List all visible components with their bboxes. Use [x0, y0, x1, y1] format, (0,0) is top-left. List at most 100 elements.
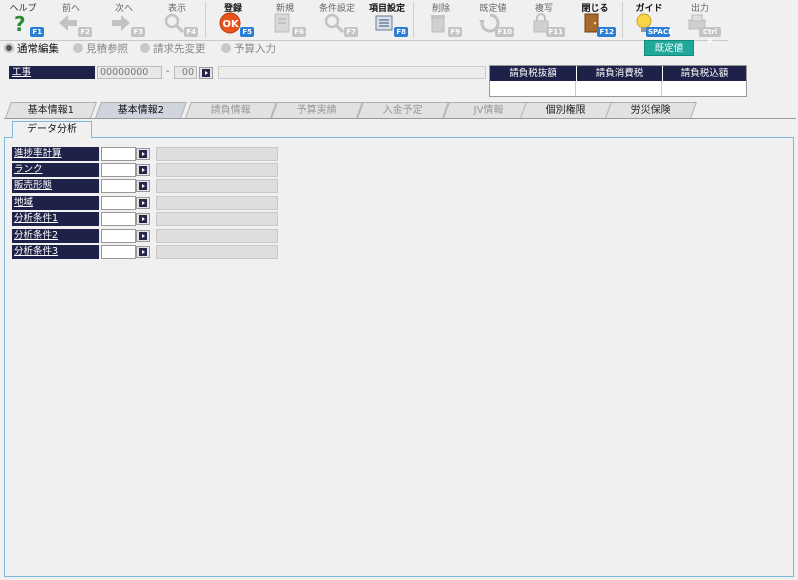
toolbar-separator: [622, 2, 623, 38]
guide-key: SPACE: [646, 27, 673, 37]
guide-button[interactable]: ガイド SPACE: [626, 0, 673, 40]
rank-label[interactable]: ランク: [12, 163, 99, 177]
region-input[interactable]: [101, 196, 136, 210]
lookup-arrow-icon[interactable]: [199, 67, 213, 79]
arrow-left-icon: [59, 15, 77, 31]
output-button[interactable]: 出力 Ctrl P: [677, 0, 723, 46]
item-setting-key: F8: [394, 27, 408, 37]
help-key: F1: [30, 27, 44, 37]
ok-icon: OK: [219, 12, 241, 34]
help-icon: ?: [14, 12, 26, 34]
analysis-1-label[interactable]: 分析条件1: [12, 212, 99, 226]
mode-billing-change[interactable]: 請求先変更: [140, 41, 206, 57]
budget-icon: [221, 43, 231, 53]
default-button[interactable]: 既定値 F10: [470, 0, 516, 40]
prev-button[interactable]: 前へ F2: [48, 0, 94, 40]
mode-budget-input-label: 予算入力: [234, 43, 276, 55]
analysis-1-input[interactable]: [101, 212, 136, 226]
field-row-analysis-3: 分析条件3: [12, 244, 280, 259]
progress-calc-input[interactable]: [101, 147, 136, 161]
svg-text:?: ?: [14, 12, 26, 34]
analysis-2-input[interactable]: [101, 229, 136, 243]
lookup-arrow-icon[interactable]: [136, 164, 150, 176]
next-key: F3: [131, 27, 145, 37]
construction-subcode-field[interactable]: 00: [174, 66, 197, 79]
estimate-icon: [73, 43, 83, 53]
mode-normal-edit-label: 通常編集: [17, 43, 59, 55]
region-label[interactable]: 地域: [12, 196, 99, 210]
field-row-analysis-1: 分析条件1: [12, 211, 280, 226]
magnifier-icon: [164, 13, 185, 34]
construction-name-field: [218, 66, 486, 79]
mode-billing-change-label: 請求先変更: [153, 43, 206, 55]
field-row-rank: ランク: [12, 162, 280, 177]
billing-icon: [140, 43, 150, 53]
rank-input[interactable]: [101, 163, 136, 177]
mode-budget-input[interactable]: 予算入力: [221, 41, 276, 57]
mode-estimate-ref[interactable]: 見積参照: [73, 41, 128, 57]
default-key: F10: [495, 27, 514, 37]
lookup-arrow-icon[interactable]: [136, 180, 150, 192]
region-name: [156, 196, 278, 210]
sales-type-input[interactable]: [101, 179, 136, 193]
condition-key: F7: [344, 27, 358, 37]
analysis-1-name: [156, 212, 278, 226]
progress-calc-name: [156, 147, 278, 161]
condition-button[interactable]: 条件設定 F7: [314, 0, 360, 40]
tab-payment-schedule[interactable]: 入金予定: [357, 102, 449, 118]
tab-basic-info-1[interactable]: 基本情報1: [5, 102, 97, 118]
close-button[interactable]: 閉じる F12: [572, 0, 618, 40]
analysis-3-input[interactable]: [101, 245, 136, 259]
help-button[interactable]: ヘルプ ? F1: [0, 0, 46, 40]
value-incl-tax: [662, 81, 746, 96]
sales-type-label[interactable]: 販売形態: [12, 179, 99, 193]
tab-workers-comp[interactable]: 労災保険: [605, 102, 697, 118]
delete-button[interactable]: 削除 F9: [418, 0, 464, 40]
lookup-arrow-icon[interactable]: [136, 197, 150, 209]
tab-individual-permissions[interactable]: 個別権限: [520, 102, 612, 118]
register-key: F5: [240, 27, 254, 37]
sales-type-name: [156, 179, 278, 193]
contract-summary-table: 請負税抜額 請負消費税 請負税込額: [489, 65, 747, 97]
copy-button[interactable]: 複写 F11: [521, 0, 567, 40]
document-icon: [274, 13, 290, 33]
lookup-arrow-icon[interactable]: [136, 213, 150, 225]
list-settings-icon: [375, 15, 393, 31]
analysis-3-label[interactable]: 分析条件3: [12, 245, 99, 259]
lookup-arrow-icon[interactable]: [136, 230, 150, 242]
new-button[interactable]: 新規 F6: [262, 0, 308, 40]
trash-icon: [431, 15, 445, 33]
construction-label[interactable]: 工事: [9, 66, 95, 79]
field-row-sales-type: 販売形態: [12, 178, 280, 193]
item-setting-button[interactable]: 項目設定 F8: [364, 0, 410, 40]
search-settings-icon: [324, 13, 345, 34]
tab-budget-actual[interactable]: 予算実績: [271, 102, 363, 118]
toolbar-separator: [413, 2, 414, 38]
mode-estimate-ref-label: 見積参照: [86, 43, 128, 55]
lookup-arrow-icon[interactable]: [136, 246, 150, 258]
mode-normal-edit[interactable]: 通常編集: [4, 41, 59, 57]
register-button[interactable]: 登録 OK F5: [210, 0, 256, 40]
header-excl-tax: 請負税抜額: [490, 66, 576, 81]
header-incl-tax: 請負税込額: [662, 66, 746, 81]
analysis-2-label[interactable]: 分析条件2: [12, 229, 99, 243]
field-row-analysis-2: 分析条件2: [12, 228, 280, 243]
delete-key: F9: [448, 27, 462, 37]
new-key: F6: [292, 27, 306, 37]
copy-key: F11: [546, 27, 565, 37]
arrow-right-icon: [112, 15, 130, 31]
lookup-arrow-icon[interactable]: [136, 148, 150, 160]
value-tax: [576, 81, 662, 96]
subtab-data-analysis[interactable]: データ分析: [12, 121, 92, 138]
tab-contract-info[interactable]: 請負情報: [185, 102, 277, 118]
construction-code-field[interactable]: 00000000: [97, 66, 162, 79]
progress-calc-label[interactable]: 進捗率計算: [12, 147, 99, 161]
display-button[interactable]: 表示 F4: [154, 0, 200, 40]
analysis-3-name: [156, 245, 278, 259]
tab-basic-info-2[interactable]: 基本情報2: [95, 102, 187, 118]
field-row-region: 地域: [12, 195, 280, 210]
radio-icon: [4, 43, 14, 53]
header-tax: 請負消費税: [576, 66, 662, 81]
default-value-button[interactable]: 既定値: [644, 40, 694, 56]
next-button[interactable]: 次へ F3: [101, 0, 147, 40]
